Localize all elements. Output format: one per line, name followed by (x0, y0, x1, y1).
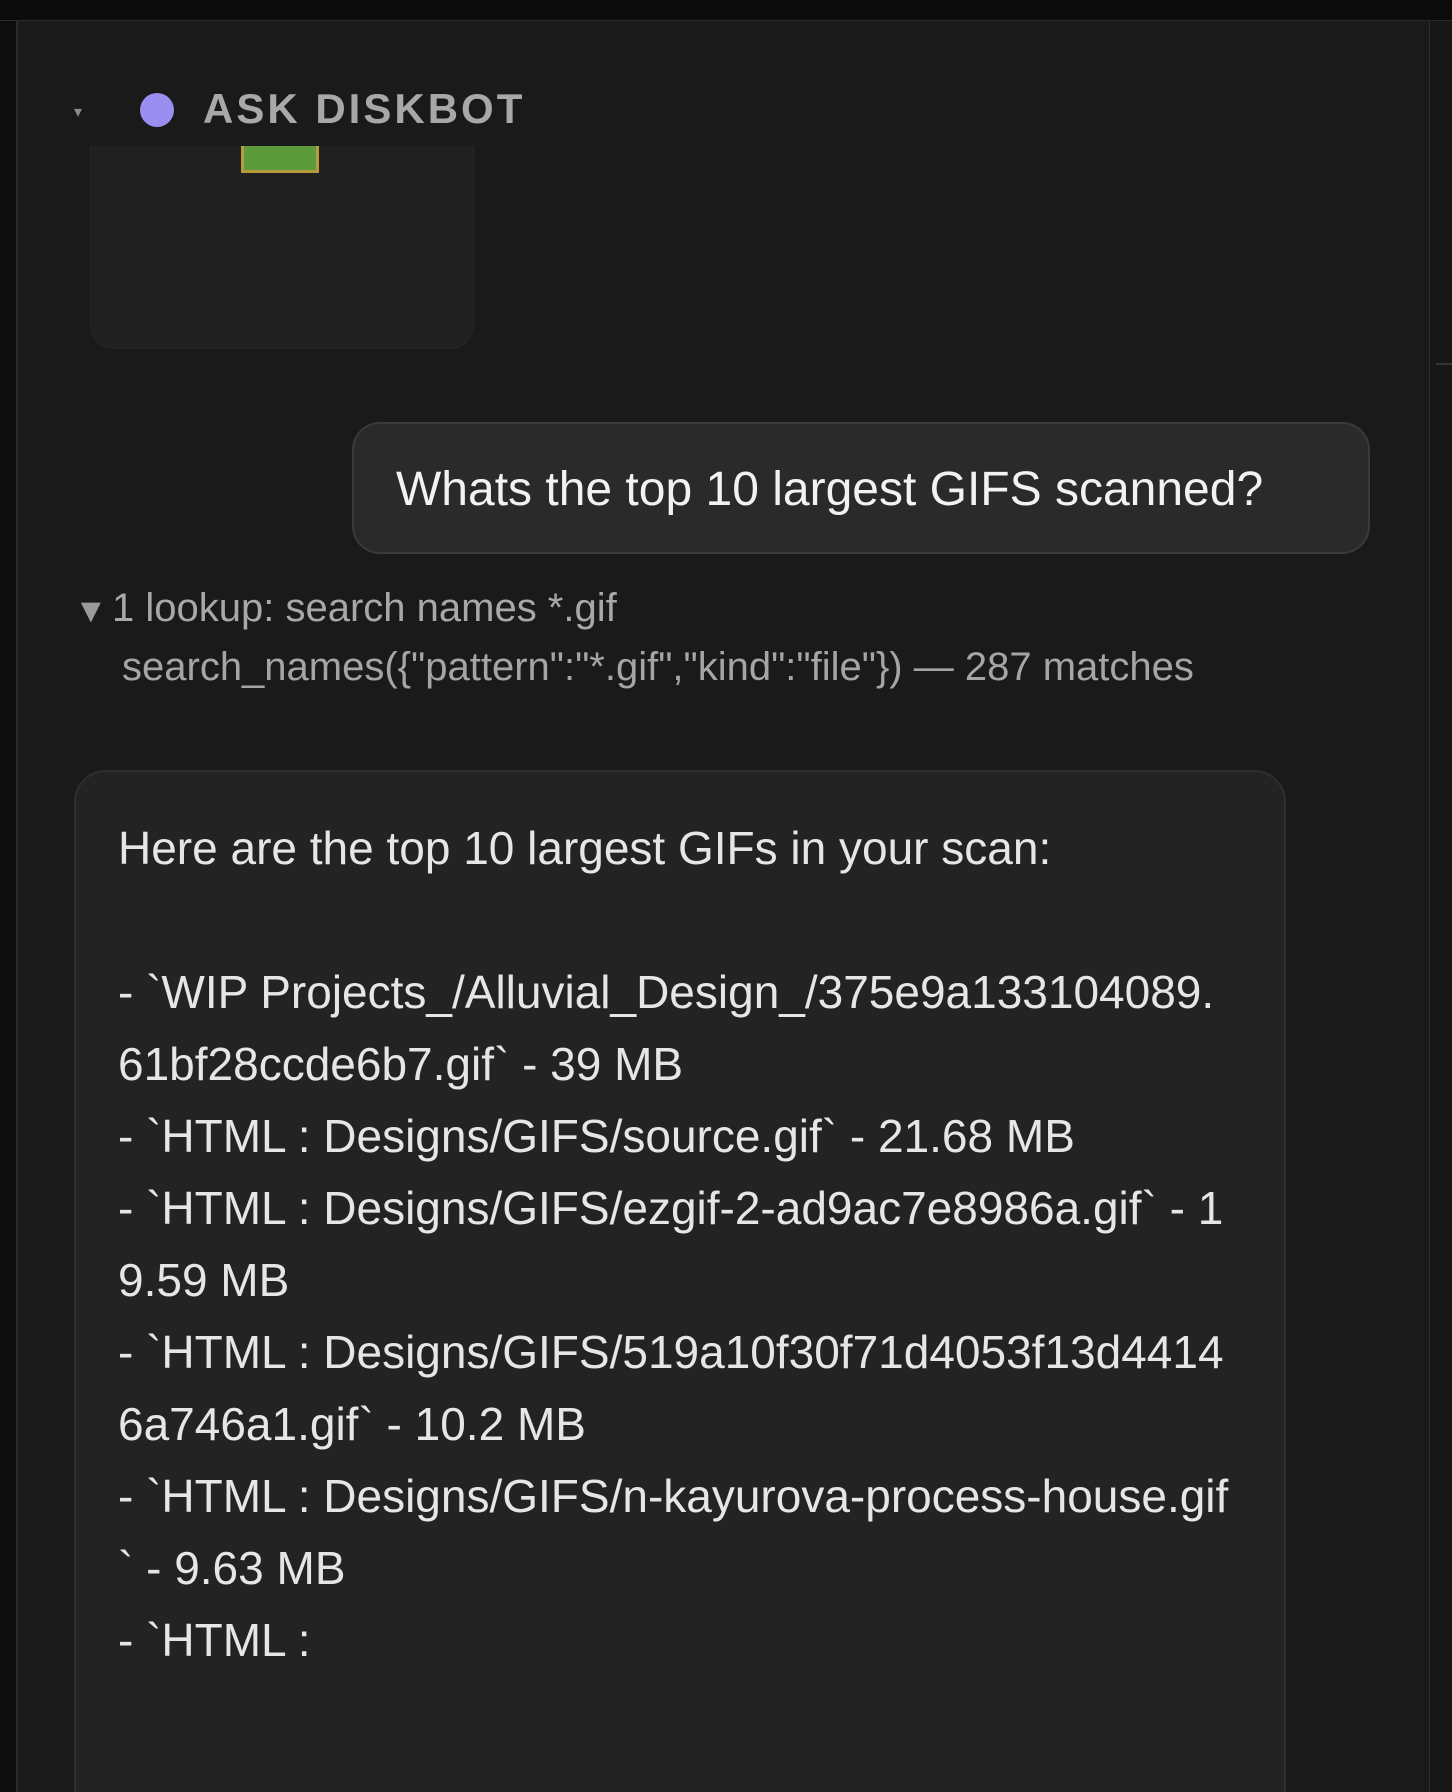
window-top-bar (0, 0, 1452, 21)
list-item: - `HTML : Designs/GIFS/519a10f30f71d4053… (118, 1326, 1224, 1450)
ask-diskbot-panel: ▾ ASK DISKBOT Whats the top 10 largest G… (16, 21, 1431, 1792)
image-attachment-card[interactable] (90, 146, 474, 349)
lookup-title: 1 lookup: search names *.gif (112, 586, 617, 630)
answer-body: Here are the top 10 largest GIFs in your… (118, 812, 1238, 1676)
status-dot-icon (140, 93, 174, 127)
list-item: - `WIP Projects_/Alluvial_Design_/375e9a… (118, 966, 1215, 1090)
disclosure-triangle-icon[interactable]: ▼ (74, 591, 108, 631)
right-scroll-rail[interactable] (1429, 21, 1452, 1792)
answer-intro: Here are the top 10 largest GIFs in your… (118, 822, 1052, 874)
list-item: - `HTML : Designs/GIFS/n-kayurova-proces… (118, 1470, 1229, 1594)
panel-title: ASK DISKBOT (203, 85, 526, 132)
assistant-answer-card: Here are the top 10 largest GIFs in your… (74, 770, 1286, 1792)
user-message-text: Whats the top 10 largest GIFS scanned? (396, 463, 1264, 516)
lookup-call-details: search_names({"pattern":"*.gif","kind":"… (122, 645, 1194, 689)
image-thumbnail (241, 146, 319, 173)
user-message-bubble: Whats the top 10 largest GIFS scanned? (352, 422, 1370, 554)
scrollbar-thumb[interactable] (1436, 363, 1452, 365)
list-item: - `HTML : Designs/GIFS/source.gif` - 21.… (118, 1110, 1075, 1162)
collapse-caret-icon[interactable]: ▾ (74, 105, 82, 121)
list-item: - `HTML : (118, 1614, 311, 1666)
list-item: - `HTML : Designs/GIFS/ezgif-2-ad9ac7e89… (118, 1182, 1224, 1306)
panel-header[interactable]: ▾ ASK DISKBOT (18, 79, 1431, 139)
